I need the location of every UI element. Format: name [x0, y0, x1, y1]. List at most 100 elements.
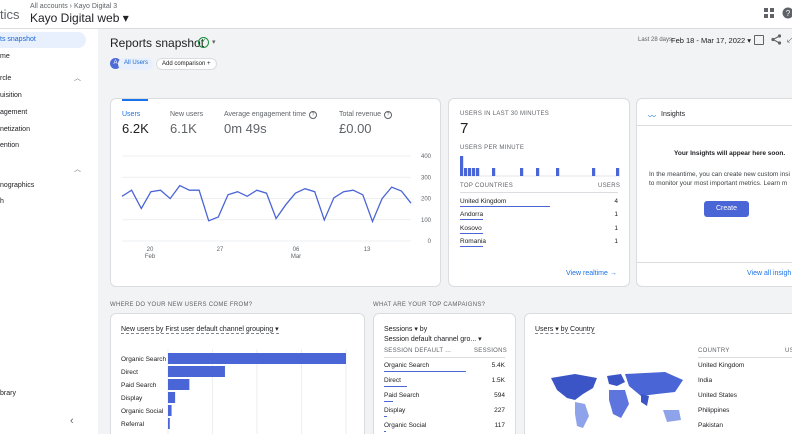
add-comparison-button[interactable]: Add comparison +	[156, 58, 217, 70]
campaign-dimension-selector[interactable]: Session default channel gro... ▾	[384, 335, 482, 343]
country-row[interactable]: India	[698, 377, 712, 384]
minute-bar	[476, 168, 480, 176]
nav-item-demographics[interactable]: nographics	[0, 182, 34, 189]
nav-item-reports-snapshot[interactable]: ts snapshot	[0, 32, 86, 48]
users-series-line	[121, 184, 412, 224]
title-dropdown-icon[interactable]: ▾	[212, 38, 216, 46]
all-users-chip[interactable]: All Users	[118, 58, 154, 70]
help-icon[interactable]: ?	[308, 111, 317, 119]
metric-label-users[interactable]: Users	[122, 111, 140, 118]
country-row-label[interactable]: United Kingdom	[460, 198, 506, 205]
chevron-left-icon[interactable]: ‹	[70, 415, 74, 427]
users-header: USERS	[598, 183, 621, 189]
country-row-label[interactable]: Andorra	[460, 211, 483, 218]
channel-bar[interactable]	[168, 405, 172, 416]
property-selector[interactable]: Kayo Digital web ▾	[30, 11, 129, 25]
insights-body-line1: In the meantime, you can create new cust…	[649, 171, 790, 178]
country-metric-selector[interactable]: Users ▾ by Country	[535, 325, 595, 334]
edit-report-icon[interactable]	[754, 35, 764, 45]
nav-item-tech[interactable]: h	[0, 198, 4, 205]
create-insight-button[interactable]: Create	[704, 201, 749, 217]
campaign-row-label[interactable]: Display	[384, 407, 405, 414]
realtime-count: 7	[460, 120, 469, 137]
share-icon[interactable]	[771, 34, 782, 48]
country-row[interactable]: United States	[698, 392, 737, 399]
campaign-share-bar	[384, 401, 394, 402]
nav-section-lifecycle[interactable]: rcle	[0, 75, 11, 82]
view-realtime-link[interactable]: View realtime →	[566, 270, 617, 277]
chevron-up-icon[interactable]: ︿	[74, 73, 81, 83]
nav-item-acquisition[interactable]: uisition	[0, 92, 22, 99]
country-row-label[interactable]: Romania	[460, 238, 486, 245]
metric-label-total-revenue[interactable]: Total revenue?	[339, 111, 393, 119]
country-share-bar	[460, 233, 483, 234]
campaign-row-label[interactable]: Organic Social	[384, 422, 426, 429]
metric-label-engagement-time[interactable]: Average engagement time?	[224, 111, 317, 119]
minute-bar	[592, 168, 596, 176]
campaign-row-label[interactable]: Direct	[384, 377, 401, 384]
more-icon[interactable]: ⤢	[787, 34, 792, 45]
check-circle-icon: ✓	[198, 37, 209, 48]
metric-label-new-users[interactable]: New users	[170, 111, 203, 118]
y-tick-label: 0	[428, 239, 432, 245]
channel-label: Display	[121, 395, 143, 402]
channel-bar[interactable]	[168, 353, 346, 364]
chevron-up-icon[interactable]: ︿	[74, 164, 81, 174]
realtime-title: USERS IN LAST 30 MINUTES	[460, 111, 550, 117]
channel-label: Organic Social	[121, 408, 164, 415]
campaign-row-value: 1.5K	[491, 377, 505, 384]
campaigns-section-title: WHAT ARE YOUR TOP CAMPAIGNS?	[373, 302, 486, 308]
channel-bar[interactable]	[168, 392, 176, 403]
minute-bar	[492, 168, 496, 176]
date-range-picker[interactable]: Feb 18 - Mar 17, 2022 ▾	[671, 36, 751, 45]
new-users-dimension-selector[interactable]: New users by First user default channel …	[121, 325, 279, 334]
users-per-minute-label: USERS PER MINUTE	[460, 145, 525, 151]
breadcrumb[interactable]: All accounts › Kayo Digital 3	[30, 3, 117, 10]
campaign-row-value: 5.4K	[491, 362, 505, 369]
new-users-section-title: WHERE DO YOUR NEW USERS COME FROM?	[110, 302, 253, 308]
plus-icon: +	[207, 61, 211, 67]
campaign-row-value: 227	[494, 407, 505, 414]
country-row[interactable]: United Kingdom	[698, 362, 744, 369]
campaign-row-label[interactable]: Organic Search	[384, 362, 429, 369]
nav-item-retention[interactable]: ention	[0, 142, 19, 149]
campaign-share-bar	[384, 431, 386, 432]
y-tick-label: 400	[421, 154, 432, 160]
apps-grid-icon[interactable]	[762, 6, 776, 20]
country-share-bar	[460, 246, 483, 247]
svg-text:?: ?	[786, 9, 791, 18]
divider	[637, 125, 792, 126]
revenue-label-text: Total revenue	[339, 111, 382, 118]
metric-value-total-revenue: £0.00	[339, 121, 372, 136]
country-row[interactable]: Philippines	[698, 407, 729, 414]
help-icon[interactable]: ?	[384, 111, 393, 119]
nav-item-home[interactable]: me	[0, 53, 10, 60]
product-name: tics	[0, 7, 20, 22]
x-tick-label: 13	[364, 247, 371, 253]
divider	[384, 357, 505, 358]
sessions-metric-selector[interactable]: Sessions ▾ by	[384, 325, 427, 333]
insights-trend-icon: 〰	[648, 112, 656, 121]
campaign-col-header: SESSION DEFAULT ...	[384, 348, 452, 354]
campaign-share-bar	[384, 416, 388, 417]
channel-label: Organic Search	[121, 356, 167, 363]
nav-item-library[interactable]: brary	[0, 390, 16, 397]
view-all-insights-link[interactable]: View all insigh	[747, 270, 791, 277]
minute-bar	[464, 168, 468, 176]
country-row-label[interactable]: Kosovo	[460, 225, 482, 232]
help-icon[interactable]: ?	[781, 6, 792, 20]
channel-bar[interactable]	[168, 418, 170, 429]
channel-bar[interactable]	[168, 379, 190, 390]
minute-bar	[472, 168, 476, 176]
y-tick-label: 200	[421, 197, 432, 203]
top-app-bar: tics All accounts › Kayo Digital 3 Kayo …	[0, 0, 792, 29]
left-nav: ts snapshot me rcle ︿ uisition agement n…	[0, 29, 98, 434]
nav-item-engagement[interactable]: agement	[0, 109, 27, 116]
channel-bar[interactable]	[168, 366, 225, 377]
active-metric-indicator	[122, 99, 148, 101]
country-row[interactable]: Pakistan	[698, 422, 723, 429]
x-tick-label: 27	[217, 247, 224, 253]
x-tick-label: 20	[147, 247, 154, 253]
nav-item-monetization[interactable]: netization	[0, 126, 30, 133]
campaign-row-label[interactable]: Paid Search	[384, 392, 419, 399]
